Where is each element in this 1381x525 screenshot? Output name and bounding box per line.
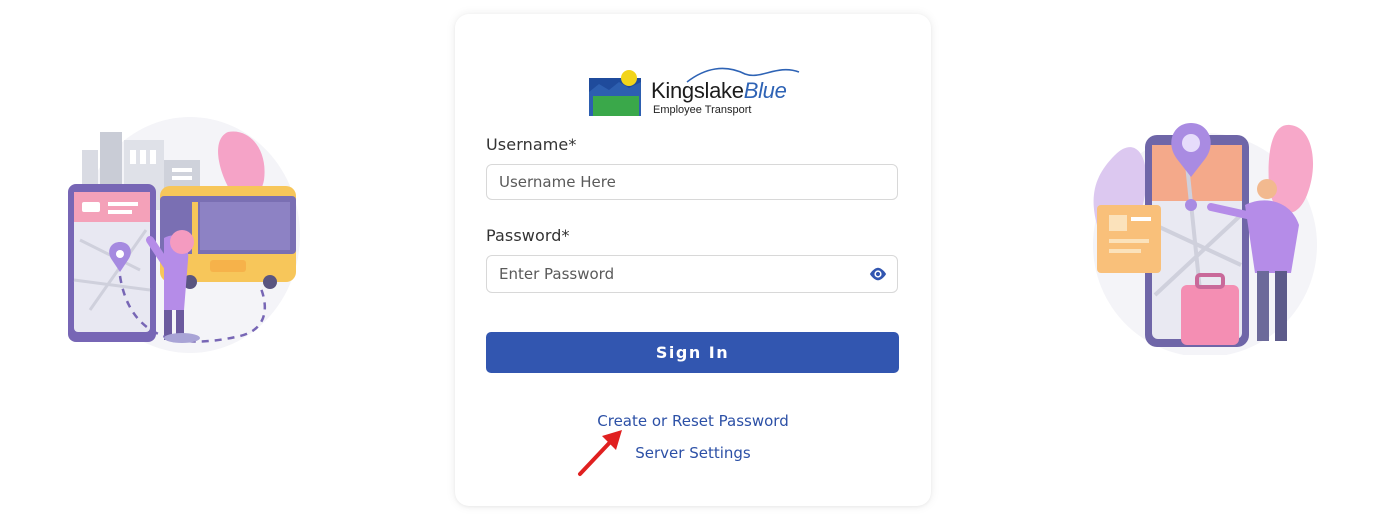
brand-subtitle: Employee Transport [653,104,752,116]
server-settings-link[interactable]: Server Settings [455,444,931,462]
red-arrow-icon [578,430,622,476]
create-reset-password-link[interactable]: Create or Reset Password [455,412,931,430]
login-page: KingslakeBlue Employee Transport Usernam… [0,0,1381,525]
bus-map-illustration [68,117,300,353]
phone-map-traveler-illustration [1093,123,1317,355]
username-input[interactable] [486,164,898,200]
password-input[interactable] [486,255,898,293]
password-label: Password* [486,226,570,245]
brand-name-primary: Kingslake [651,78,744,103]
brand-name: KingslakeBlue [651,78,787,104]
username-label: Username* [486,135,577,154]
brand-name-accent: Blue [743,78,787,103]
eye-icon[interactable] [869,266,887,282]
logo-mark-icon [589,70,641,116]
sign-in-button[interactable]: Sign In [486,332,899,373]
login-card: KingslakeBlue Employee Transport Usernam… [455,14,931,506]
kingslake-blue-logo: KingslakeBlue Employee Transport [589,60,805,122]
